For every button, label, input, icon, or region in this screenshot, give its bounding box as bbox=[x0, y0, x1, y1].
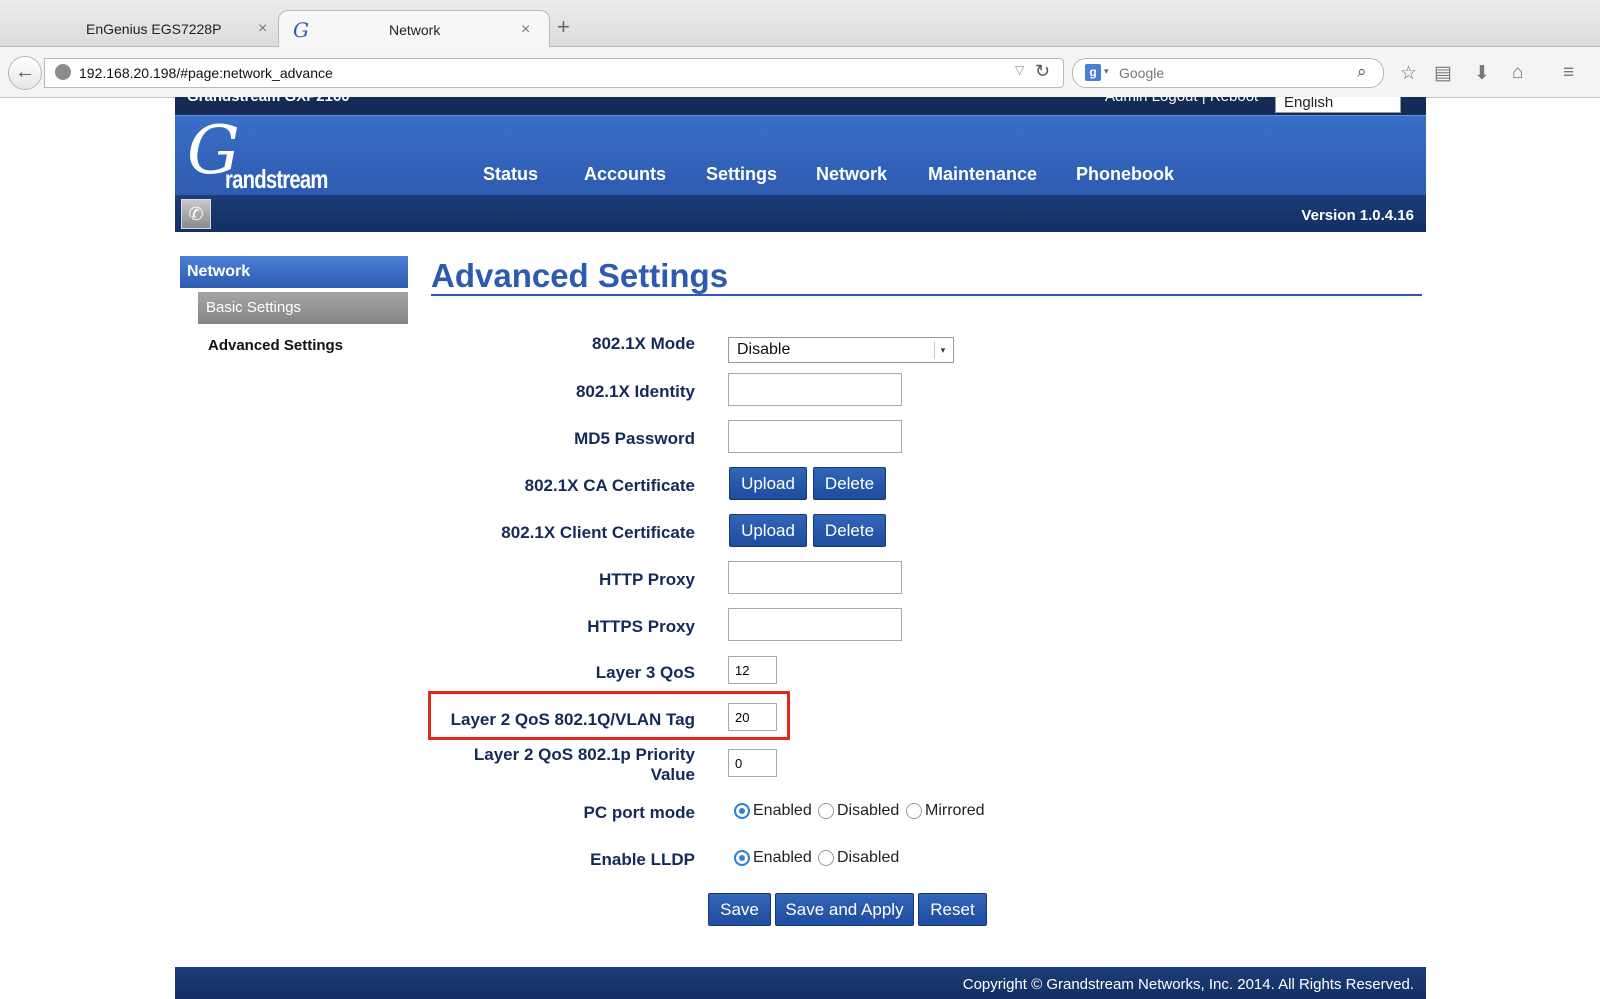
label-pc-port-mode: PC port mode bbox=[583, 803, 695, 822]
title-divider bbox=[431, 294, 1422, 296]
browser-tab-network[interactable]: G Network × bbox=[278, 10, 550, 47]
google-icon[interactable]: g bbox=[1085, 64, 1101, 81]
nav-status[interactable]: Status bbox=[483, 164, 538, 185]
url-text[interactable]: 192.168.20.198/#page:network_advance bbox=[79, 65, 333, 81]
browser-tab-bar: EnGenius EGS7228P × G Network × + bbox=[0, 0, 1600, 47]
sub-bar: ✆ Version 1.0.4.16 bbox=[175, 195, 1426, 232]
search-bar[interactable]: g ▾ Google ⌕ bbox=[1072, 58, 1384, 88]
lldp-disabled-radio[interactable] bbox=[818, 850, 834, 866]
8021x-identity-input[interactable] bbox=[728, 373, 902, 406]
footer: Copyright © Grandstream Networks, Inc. 2… bbox=[175, 967, 1426, 999]
history-dropdown-icon[interactable]: ▽ bbox=[1015, 63, 1024, 77]
header-banner: G randstream Status Accounts Settings Ne… bbox=[175, 115, 1426, 196]
copyright-text: Copyright © Grandstream Networks, Inc. 2… bbox=[962, 976, 1414, 993]
browser-tab-engenius[interactable]: EnGenius EGS7228P × bbox=[40, 10, 280, 46]
priority-value-input[interactable] bbox=[728, 749, 777, 777]
admin-logout-link[interactable]: Admin Logout bbox=[1105, 97, 1198, 105]
pc-port-mirrored-radio[interactable] bbox=[906, 803, 922, 819]
http-proxy-input[interactable] bbox=[728, 561, 902, 594]
chevron-down-icon[interactable]: ▾ bbox=[1104, 66, 1109, 77]
nav-settings[interactable]: Settings bbox=[706, 164, 777, 185]
grandstream-favicon-icon: G bbox=[293, 18, 309, 42]
pc-port-disabled-radio[interactable] bbox=[818, 803, 834, 819]
tab-title: Network bbox=[389, 22, 441, 38]
label-priority-value: Layer 2 QoS 802.1p Priority Value bbox=[473, 745, 695, 784]
client-upload-button[interactable]: Upload bbox=[729, 514, 807, 547]
label-layer3-qos: Layer 3 QoS bbox=[595, 663, 695, 682]
back-button[interactable]: ← bbox=[8, 56, 42, 90]
vlan-tag-input[interactable] bbox=[728, 703, 777, 731]
ca-upload-button[interactable]: Upload bbox=[729, 467, 807, 500]
label-http-proxy: HTTP Proxy bbox=[598, 570, 695, 589]
ca-delete-button[interactable]: Delete bbox=[813, 467, 886, 500]
phone-icon[interactable]: ✆ bbox=[181, 199, 211, 229]
language-select[interactable]: English bbox=[1275, 97, 1401, 113]
pc-port-enabled-radio[interactable] bbox=[734, 803, 750, 819]
close-icon[interactable]: × bbox=[521, 21, 530, 39]
sidebar-item-basic-settings[interactable]: Basic Settings bbox=[198, 292, 408, 324]
nav-phonebook[interactable]: Phonebook bbox=[1076, 164, 1174, 185]
lldp-disabled-label: Disabled bbox=[837, 849, 900, 866]
language-value: English bbox=[1284, 97, 1334, 111]
nav-accounts[interactable]: Accounts bbox=[584, 164, 666, 185]
pc-port-enabled-label: Enabled bbox=[753, 802, 812, 819]
label-client-certificate: 802.1X Client Certificate bbox=[501, 523, 695, 542]
8021x-mode-value: Disable bbox=[737, 341, 791, 358]
model-name: Grandstream GXP2160 bbox=[187, 97, 350, 105]
lldp-enabled-radio[interactable] bbox=[734, 850, 750, 866]
md5-password-input[interactable] bbox=[728, 420, 902, 453]
home-icon[interactable]: ⌂ bbox=[1512, 62, 1523, 84]
top-links: Admin Logout | Reboot bbox=[1105, 97, 1258, 105]
sidebar-item-advanced-settings[interactable]: Advanced Settings bbox=[208, 337, 343, 354]
bookmark-star-icon[interactable]: ☆ bbox=[1400, 62, 1417, 85]
chevron-down-icon: ▾ bbox=[934, 341, 951, 359]
close-icon[interactable]: × bbox=[258, 20, 267, 38]
nav-network[interactable]: Network bbox=[816, 164, 887, 185]
label-md5-password: MD5 Password bbox=[574, 429, 695, 448]
save-and-apply-button[interactable]: Save and Apply bbox=[775, 893, 914, 926]
client-delete-button[interactable]: Delete bbox=[813, 514, 886, 547]
download-icon[interactable]: ⬇ bbox=[1474, 62, 1490, 85]
firmware-version: Version 1.0.4.16 bbox=[1301, 207, 1414, 224]
reboot-link[interactable]: Reboot bbox=[1210, 97, 1258, 105]
globe-icon bbox=[55, 64, 71, 80]
nav-maintenance[interactable]: Maintenance bbox=[928, 164, 1037, 185]
browser-toolbar: ← 192.168.20.198/#page:network_advance ▽… bbox=[0, 47, 1600, 98]
label-enable-lldp: Enable LLDP bbox=[590, 850, 695, 869]
label-https-proxy: HTTPS Proxy bbox=[587, 617, 695, 636]
label-8021x-identity: 802.1X Identity bbox=[575, 382, 695, 401]
save-button[interactable]: Save bbox=[708, 893, 771, 926]
lldp-enabled-label: Enabled bbox=[753, 849, 812, 866]
search-placeholder[interactable]: Google bbox=[1119, 65, 1164, 81]
label-vlan-tag: Layer 2 QoS 802.1Q/VLAN Tag bbox=[450, 710, 695, 729]
menu-icon[interactable]: ≡ bbox=[1563, 62, 1574, 84]
top-strip: Grandstream GXP2160 Admin Logout | Reboo… bbox=[175, 97, 1426, 115]
tab-title: EnGenius EGS7228P bbox=[86, 21, 222, 37]
separator: | bbox=[1202, 97, 1206, 105]
label-ca-certificate: 802.1X CA Certificate bbox=[524, 476, 695, 495]
reload-icon[interactable]: ↻ bbox=[1035, 61, 1050, 82]
page-title: Advanced Settings bbox=[431, 257, 729, 294]
layer3-qos-input[interactable] bbox=[728, 656, 777, 684]
reset-button[interactable]: Reset bbox=[918, 893, 987, 926]
https-proxy-input[interactable] bbox=[728, 608, 902, 641]
pc-port-mirrored-label: Mirrored bbox=[925, 802, 985, 819]
bookmarks-list-icon[interactable]: ▤ bbox=[1434, 62, 1452, 85]
web-page: Grandstream GXP2160 Admin Logout | Reboo… bbox=[0, 97, 1600, 999]
search-icon[interactable]: ⌕ bbox=[1357, 62, 1367, 82]
8021x-mode-select[interactable]: Disable ▾ bbox=[728, 337, 954, 363]
pc-port-disabled-label: Disabled bbox=[837, 802, 900, 819]
label-8021x-mode: 802.1X Mode bbox=[592, 334, 695, 353]
address-bar[interactable]: 192.168.20.198/#page:network_advance ▽ ↻ bbox=[44, 58, 1064, 88]
new-tab-button[interactable]: + bbox=[557, 16, 570, 38]
sidebar-section-network[interactable]: Network bbox=[180, 256, 408, 288]
